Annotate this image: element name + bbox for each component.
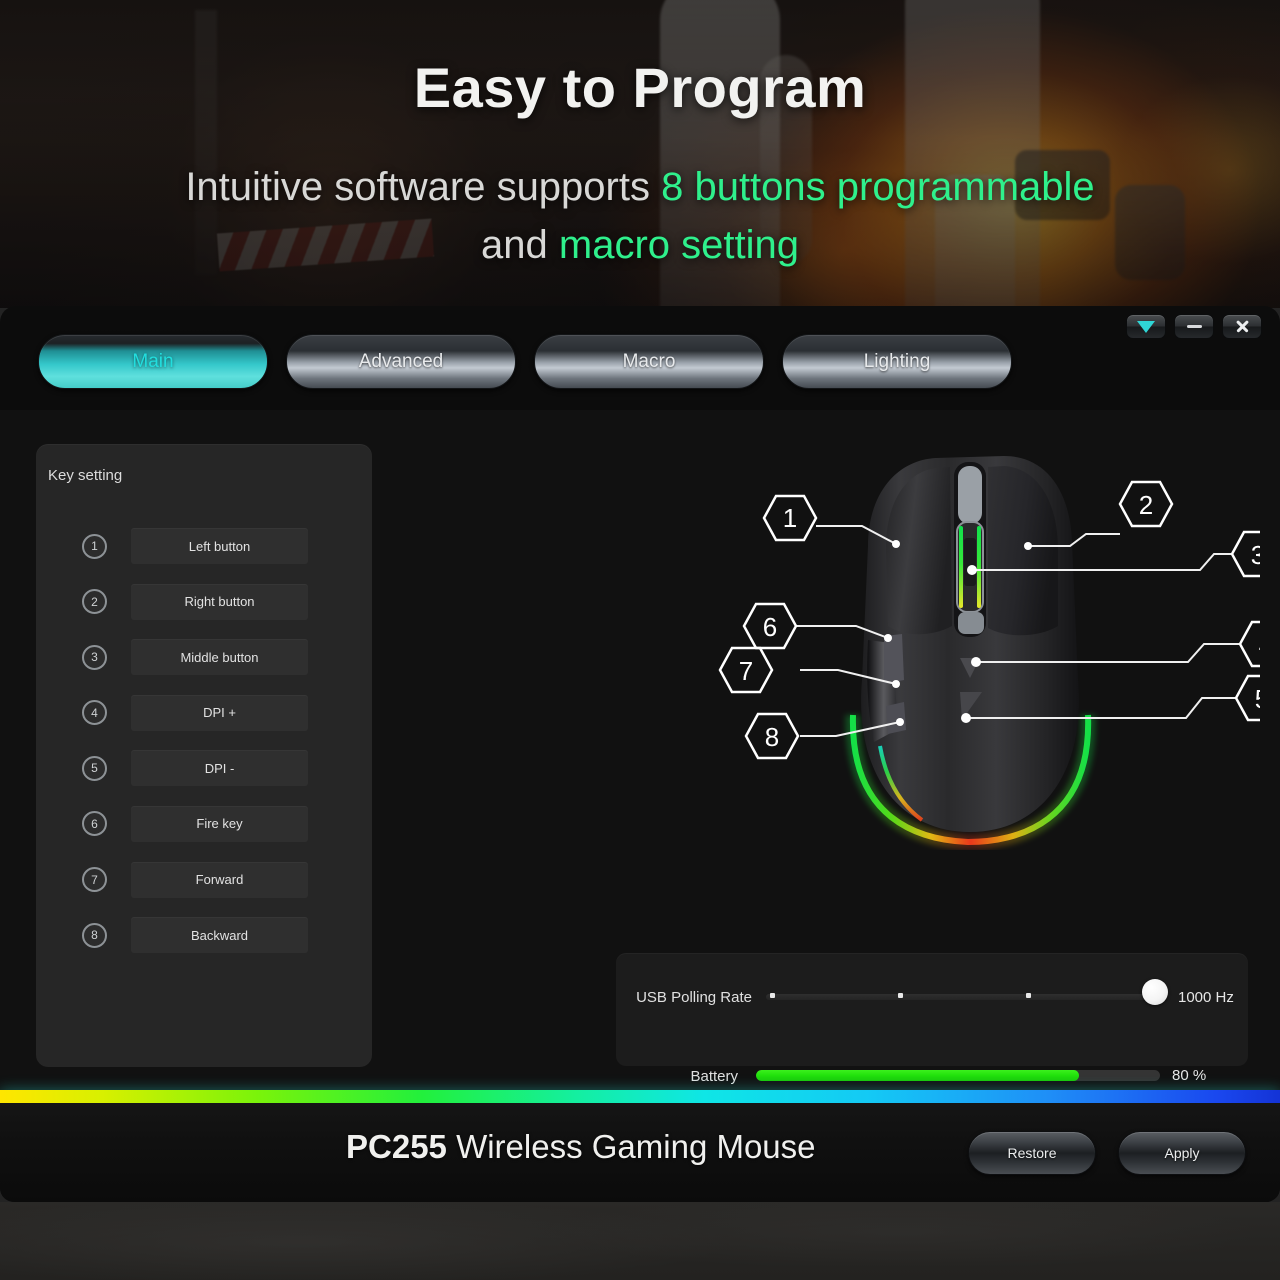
callout-badge-8: 8 (744, 712, 800, 760)
key-setting-row: 2 Right button (82, 583, 326, 620)
callout-label-4: 4 (1259, 630, 1260, 660)
key-number-badge: 6 (82, 811, 107, 837)
key-setting-row: 8 Backward (82, 917, 326, 954)
tab-advanced[interactable]: Advanced (286, 334, 516, 389)
tab-bar: Main Advanced Macro Lighting (38, 334, 1012, 389)
hero-subtitle-highlight-1: 8 buttons programmable (661, 165, 1095, 209)
device-settings-panel: USB Polling Rate 1000 Hz Battery 80 % (616, 953, 1248, 1085)
close-button[interactable] (1222, 314, 1262, 339)
key-assignment-button[interactable]: Forward (131, 861, 308, 898)
product-description: Wireless Gaming Mouse (446, 1128, 816, 1165)
tab-main[interactable]: Main (38, 334, 268, 389)
key-assignment-button[interactable]: Backward (131, 917, 308, 954)
key-setting-row: 7 Forward (82, 861, 326, 898)
callout-label-1: 1 (783, 503, 797, 533)
mouse-wheel-rgb-right (977, 526, 981, 608)
mouse-wheel-top (958, 466, 982, 524)
main-content: Key setting 1 Left button 2 Right button 3 Mi… (0, 410, 1280, 1090)
callout-label-3: 3 (1251, 540, 1260, 570)
footer-actions: Restore Apply (968, 1131, 1246, 1175)
key-number-badge: 1 (82, 533, 107, 559)
page-root: Easy to Program Intuitive software suppo… (0, 0, 1280, 1280)
app-window: Main Advanced Macro Lighting Key setting… (0, 306, 1280, 1202)
app-footer: PC255 Wireless Gaming Mouse Restore Appl… (0, 1103, 1280, 1202)
polling-rate-knob[interactable] (1142, 979, 1168, 1005)
key-assignment-button[interactable]: DPI + (131, 694, 308, 731)
product-name: PC255 Wireless Gaming Mouse (346, 1128, 816, 1166)
callout-label-6: 6 (763, 612, 777, 642)
close-icon (1235, 319, 1250, 334)
key-assignment-button[interactable]: Middle button (131, 639, 308, 676)
minimize-icon (1186, 325, 1202, 328)
callout-badge-6: 6 (742, 602, 798, 650)
key-assignment-button[interactable]: DPI - (131, 750, 308, 787)
key-setting-row: 3 Middle button (82, 639, 326, 676)
key-setting-list: 1 Left button 2 Right button 3 Middle button 4… (82, 528, 326, 973)
key-number-badge: 8 (82, 922, 107, 948)
product-model: PC255 (346, 1128, 447, 1165)
page-background-bottom (0, 1202, 1280, 1280)
restore-button[interactable]: Restore (968, 1131, 1096, 1175)
collapse-button[interactable] (1126, 314, 1166, 339)
tab-macro-label: Macro (622, 350, 676, 372)
battery-bar-fill (756, 1070, 1080, 1081)
key-setting-panel: Key setting 1 Left button 2 Right button 3 Mi… (36, 444, 372, 1067)
polling-rate-label: USB Polling Rate (636, 989, 752, 1006)
apply-button[interactable]: Apply (1118, 1131, 1246, 1175)
hero-subtitle-text-2: and (481, 223, 559, 267)
polling-tick-2[interactable] (898, 993, 903, 998)
callout-badge-1: 1 (762, 494, 818, 542)
callout-badge-2: 2 (1118, 480, 1174, 528)
window-controls (1126, 314, 1262, 339)
key-number-badge: 4 (82, 700, 107, 726)
callout-label-7: 7 (739, 656, 753, 686)
mouse-wheel-base (958, 612, 984, 634)
callout-badge-3: 3 (1230, 530, 1260, 578)
tab-lighting-label: Lighting (863, 350, 931, 372)
mouse-wheel-rgb-left (959, 526, 963, 608)
key-setting-row: 4 DPI + (82, 694, 326, 731)
key-number-badge: 5 (82, 755, 107, 781)
polling-rate-value: 1000 Hz (1178, 989, 1234, 1006)
callout-label-5: 5 (1255, 684, 1260, 714)
battery-bar (756, 1070, 1160, 1081)
callout-badge-5: 5 (1234, 674, 1260, 722)
tab-lighting[interactable]: Lighting (782, 334, 1012, 389)
hero-subtitle-text-1: Intuitive software supports (185, 165, 662, 209)
polling-tick-3[interactable] (1026, 993, 1031, 998)
hero-title: Easy to Program (413, 56, 867, 119)
callout-label-8: 8 (765, 722, 779, 752)
hero-subtitle-highlight-2: macro setting (558, 223, 799, 267)
key-setting-title: Key setting (48, 467, 123, 484)
key-number-badge: 3 (82, 644, 107, 670)
mouse-side-button-backward (886, 702, 906, 734)
key-number-badge: 2 (82, 589, 107, 615)
key-assignment-button[interactable]: Right button (131, 583, 308, 620)
hero-banner: Easy to Program Intuitive software suppo… (0, 0, 1280, 308)
minimize-button[interactable] (1174, 314, 1214, 339)
callout-label-2: 2 (1139, 490, 1153, 520)
key-assignment-button[interactable]: Left button (131, 528, 308, 564)
mouse-diagram: 1 2 3 4 (600, 430, 1260, 850)
key-number-badge: 7 (82, 867, 107, 893)
callout-badge-4: 4 (1238, 620, 1260, 668)
polling-rate-slider[interactable] (766, 993, 1166, 1000)
key-setting-row: 1 Left button (82, 528, 326, 564)
battery-label: Battery (690, 1068, 738, 1085)
tab-main-label: Main (132, 350, 174, 372)
tab-macro[interactable]: Macro (534, 334, 764, 389)
polling-tick-1[interactable] (770, 993, 775, 998)
battery-value: 80 % (1172, 1067, 1207, 1084)
key-assignment-button[interactable]: Fire key (131, 805, 308, 842)
tab-advanced-label: Advanced (358, 350, 444, 372)
rgb-accent-strip (0, 1090, 1280, 1103)
callout-badge-7: 7 (718, 646, 774, 694)
hero-subtitle: Intuitive software supports 8 buttons pr… (90, 158, 1190, 274)
key-setting-row: 6 Fire key (82, 805, 326, 842)
mouse-illustration: 1 2 3 4 (718, 456, 1260, 850)
key-setting-row: 5 DPI - (82, 750, 326, 787)
triangle-down-icon (1137, 320, 1155, 333)
